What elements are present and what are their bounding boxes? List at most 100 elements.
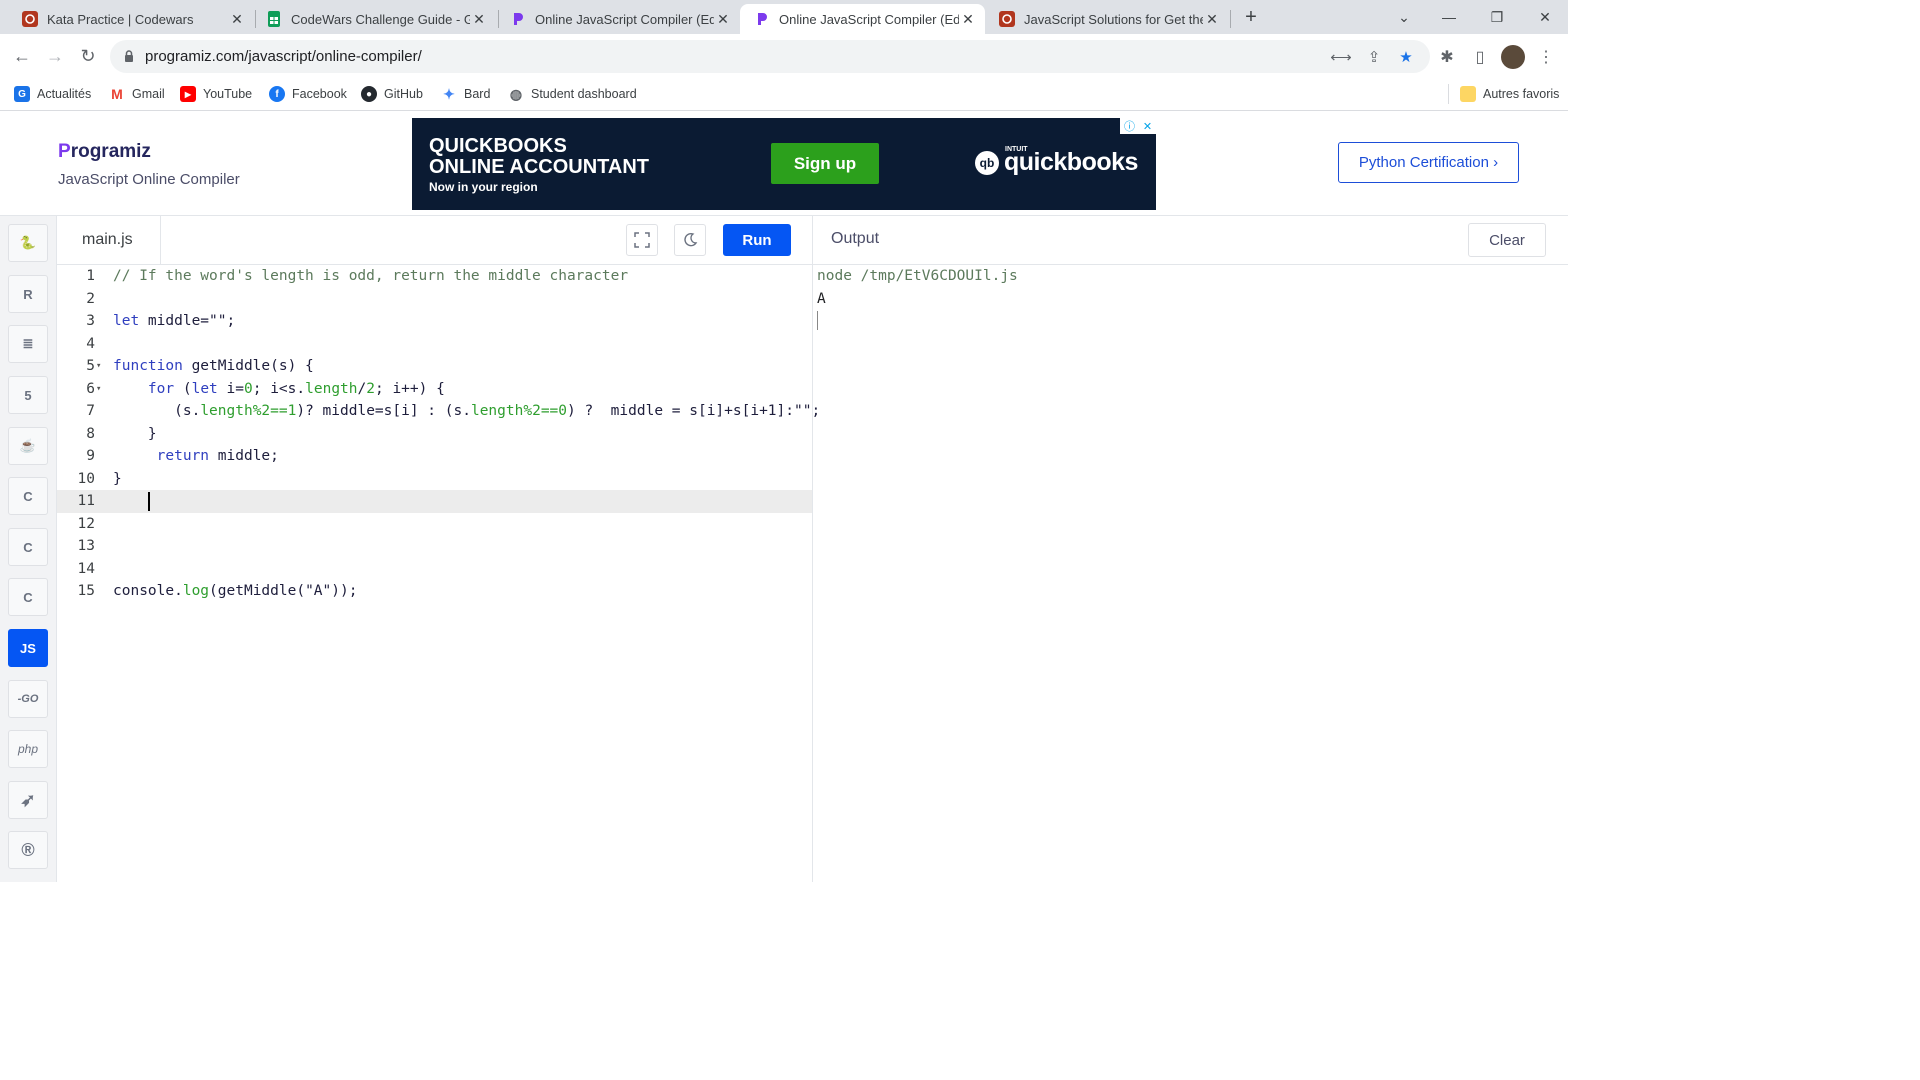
forward-icon[interactable]: → [43, 44, 67, 68]
code-line: 6 ▾ for (let i=0; i<s.length/2; i++) { [57, 378, 812, 401]
lang-python-icon[interactable]: 🐍 [8, 224, 48, 262]
side-panel-icon[interactable]: ▯ [1470, 47, 1490, 67]
close-tab-icon[interactable]: ✕ [959, 10, 977, 28]
fullscreen-icon[interactable] [626, 224, 658, 256]
gmail-icon: M [111, 86, 123, 102]
fold-arrow-icon[interactable]: ▾ [96, 355, 101, 378]
share-icon[interactable]: ⇪ [1365, 48, 1383, 66]
close-tab-icon[interactable]: ✕ [1203, 10, 1221, 28]
output-cursor [817, 311, 818, 330]
github-icon: ● [361, 86, 377, 102]
tab-programiz-1[interactable]: Online JavaScript Compiler (Edito ✕ [496, 4, 740, 34]
new-tab-icon[interactable]: + [1240, 6, 1262, 28]
tab-js-solutions[interactable]: JavaScript Solutions for Get the M ✕ [985, 4, 1229, 34]
run-button[interactable]: Run [723, 224, 791, 256]
tab-title: Online JavaScript Compiler (Edito [779, 11, 959, 27]
code-line: 14 [77, 560, 95, 577]
bookmark-gmail[interactable]: M Gmail [109, 84, 165, 104]
lang-r-icon[interactable]: R [8, 275, 48, 313]
close-tab-icon[interactable]: ✕ [228, 10, 246, 28]
output-console[interactable]: node /tmp/EtV6CDOUIl.js A [817, 265, 1018, 310]
code-line: 4 [86, 335, 95, 352]
bookmark-facebook[interactable]: f Facebook [269, 84, 347, 104]
bookmark-bard[interactable]: ✦ Bard [441, 84, 490, 104]
tab-codewars-guide[interactable]: CodeWars Challenge Guide - Goo ✕ [252, 4, 496, 34]
clear-button[interactable]: Clear [1468, 223, 1546, 257]
bookmark-star-icon[interactable]: ★ [1397, 48, 1415, 66]
back-icon[interactable]: ← [10, 44, 34, 68]
translate-icon[interactable]: ⟷ [1330, 48, 1352, 66]
lang-java-icon[interactable]: ☕ [8, 427, 48, 465]
address-bar[interactable]: programiz.com/javascript/online-compiler… [110, 40, 1430, 73]
profile-avatar[interactable] [1501, 45, 1525, 69]
menu-kebab-icon[interactable]: ⋮ [1536, 47, 1556, 67]
close-window-icon[interactable]: ✕ [1522, 0, 1568, 34]
file-tab-main-js[interactable]: main.js [57, 216, 161, 264]
tab-title: JavaScript Solutions for Get the M [1024, 11, 1203, 27]
bookmark-other-favorites[interactable]: Autres favoris [1460, 84, 1559, 104]
bookmark-label: Gmail [132, 87, 165, 101]
lang-go-icon[interactable]: -GO [8, 680, 48, 718]
lang-cpp-icon[interactable]: C [8, 528, 48, 566]
fold-arrow-icon[interactable]: ▾ [96, 378, 101, 401]
ad-close-icon[interactable]: ✕ [1143, 120, 1152, 133]
code-line: 7 (s.length%2==1)? middle=s[i] : (s.leng… [86, 403, 821, 419]
codewars-favicon-icon [999, 11, 1015, 27]
bookmarks-bar: G Actualités M Gmail ▶ YouTube f Faceboo… [0, 78, 1568, 111]
bookmark-separator [1448, 84, 1449, 104]
output-result: A [817, 290, 826, 307]
pane-divider[interactable] [812, 216, 813, 882]
facebook-icon: f [269, 86, 285, 102]
tab-search-icon[interactable]: ⌄ [1381, 0, 1427, 34]
code-line: 15 console.log(getMiddle("A")); [77, 583, 358, 599]
ad-headline: QUICKBOOKS ONLINE ACCOUNTANT [429, 135, 649, 178]
browser-toolbar: ← → ↻ programiz.com/javascript/online-co… [0, 34, 1568, 78]
globe-icon: ◍ [509, 85, 523, 102]
browser-tab-strip: Kata Practice | Codewars ✕ CodeWars Chal… [0, 0, 1568, 34]
close-tab-icon[interactable]: ✕ [470, 10, 488, 28]
extensions-icon[interactable]: ✱ [1437, 47, 1457, 67]
text-cursor [148, 492, 150, 511]
lang-javascript-icon[interactable]: JS [8, 629, 48, 667]
tab-codewars-kata[interactable]: Kata Practice | Codewars ✕ [8, 4, 254, 34]
lang-sql-icon[interactable]: ≣ [8, 325, 48, 363]
url-text: programiz.com/javascript/online-compiler… [145, 48, 422, 65]
youtube-icon: ▶ [180, 86, 196, 102]
site-header: Programiz JavaScript Online Compiler QUI… [0, 111, 1568, 216]
python-certification-button[interactable]: Python Certification › [1338, 142, 1519, 183]
quickbooks-badge-icon: qb [975, 150, 999, 175]
bookmark-label: Facebook [292, 87, 347, 101]
ad-info-icon[interactable]: ⓘ [1124, 118, 1135, 134]
lang-c-icon[interactable]: C [8, 477, 48, 515]
bookmark-label: Student dashboard [531, 87, 637, 101]
bookmark-youtube[interactable]: ▶ YouTube [180, 84, 252, 104]
lang-php-icon[interactable]: php [8, 730, 48, 768]
bookmark-actualites[interactable]: G Actualités [14, 84, 91, 104]
google-news-icon: G [14, 86, 30, 102]
bookmark-student-dashboard[interactable]: ◍ Student dashboard [508, 84, 637, 104]
quickbooks-ad-banner[interactable]: QUICKBOOKS ONLINE ACCOUNTANT Now in your … [412, 118, 1156, 210]
programiz-logo[interactable]: Programiz [58, 141, 151, 163]
bookmark-label: Actualités [37, 87, 92, 101]
code-line: 10 } [77, 470, 122, 487]
ad-choices[interactable]: ⓘ ✕ [1120, 118, 1156, 134]
close-tab-icon[interactable]: ✕ [714, 10, 732, 28]
lang-csharp-icon[interactable]: C [8, 578, 48, 616]
restore-icon[interactable]: ❐ [1474, 0, 1520, 34]
bookmark-label: GitHub [384, 87, 423, 101]
lang-html-icon[interactable]: 5 [8, 376, 48, 414]
reload-icon[interactable]: ↻ [76, 44, 100, 68]
code-editor[interactable]: 1 // If the word's length is odd, return… [57, 265, 821, 882]
tab-programiz-2-active[interactable]: Online JavaScript Compiler (Edito ✕ [740, 4, 985, 34]
code-line: 9 return middle; [86, 448, 279, 464]
lang-rust-icon[interactable]: ® [8, 831, 48, 869]
ad-signup-button[interactable]: Sign up [771, 143, 879, 184]
intuit-label: INTUIT [1005, 146, 1028, 153]
lang-swift-icon[interactable]: ➶ [8, 781, 48, 819]
tab-title: Kata Practice | Codewars [47, 11, 194, 27]
dark-mode-moon-icon[interactable] [674, 224, 706, 256]
tab-title: Online JavaScript Compiler (Edito [535, 11, 714, 27]
bookmark-github[interactable]: ● GitHub [361, 84, 423, 104]
code-line: 12 [77, 515, 95, 532]
minimize-icon[interactable]: — [1426, 0, 1472, 34]
